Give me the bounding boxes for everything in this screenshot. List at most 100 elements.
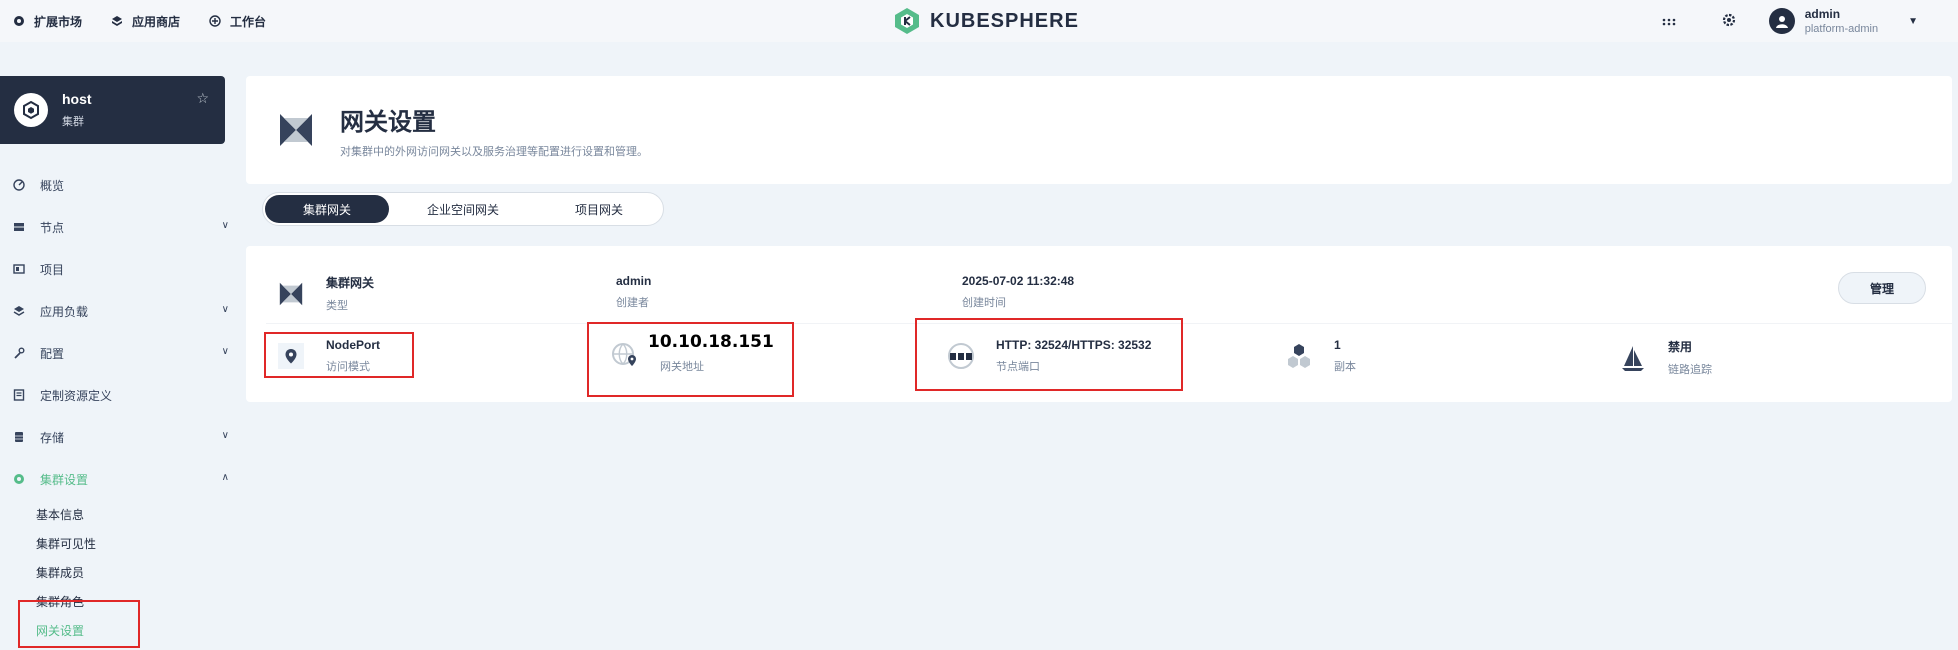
map-pin-icon [276,341,306,371]
tab-workspace-gateway[interactable]: 企业空间网关 [389,195,537,223]
top-link-workbench[interactable]: 工作台 [208,13,266,30]
cluster-selector[interactable]: host 集群 ☆ [0,76,225,144]
gateway-access-mode: NodePort 访问模式 [276,338,380,374]
gateway-replicas: 1 副本 [1284,338,1356,374]
subnav-item-visibility[interactable]: 集群可见性 [36,529,235,558]
created-time-value: 2025-07-02 11:32:48 [962,274,1075,288]
top-links: 扩展市场 应用商店 工作台 [0,13,266,30]
cluster-settings-subnav: 基本信息 集群可见性 集群成员 集群角色 网关设置 [0,500,235,645]
top-right-tools: admin platform-admin ▼ [1649,0,1918,42]
top-link-label: 工作台 [230,14,267,29]
user-menu[interactable]: admin platform-admin ▼ [1768,7,1918,35]
cube-icon [110,14,124,28]
gateway-type-label: 类型 [326,300,348,312]
tab-cluster-gateway[interactable]: 集群网关 [265,195,390,223]
subnav-item-label: 集群可见性 [36,537,97,551]
sidebar-item-label: 定制资源定义 [40,388,113,403]
chevron-down-icon: ∨ [221,304,229,315]
apps-menu-button[interactable] [1649,0,1689,42]
sidebar-item-workloads[interactable]: 应用负载 ∨ [0,290,235,332]
tab-project-gateway[interactable]: 项目网关 [537,195,661,223]
sidebar-item-cluster-settings[interactable]: 集群设置 ∧ [0,458,235,500]
node-ports-value: HTTP: 32524/HTTPS: 32532 [996,338,1152,352]
top-link-label: 扩展市场 [34,14,83,29]
subnav-item-label: 网关设置 [36,624,85,638]
creator-label: 创建者 [616,297,649,309]
sidebar-item-label: 项目 [40,262,65,277]
chevron-down-icon: ∨ [221,430,229,441]
sidebar-nav: 概览 节点 ∨ 项目 应用负载 ∨ 配置 ∨ 定制资源定义 存储 ∨ 集群设置 … [0,164,235,645]
globe-pin-icon [610,341,640,371]
layers-icon [12,304,26,318]
avatar [1768,8,1795,34]
server-icon [12,220,26,234]
cluster-info: host 集群 [62,91,92,129]
chevron-up-icon: ∧ [221,472,229,483]
gateway-type: 集群网关 类型 [276,274,374,313]
hexagon-cluster-icon [1284,341,1314,371]
sidebar-item-nodes[interactable]: 节点 ∨ [0,206,235,248]
access-mode-value: NodePort [326,338,380,352]
wrench-icon [12,346,26,360]
user-info: admin platform-admin [1805,7,1878,35]
sidebar-item-label: 应用负载 [40,304,89,319]
star-icon[interactable]: ☆ [196,90,209,107]
sidebar-item-projects[interactable]: 项目 [0,248,235,290]
chevron-down-icon: ∨ [221,220,229,231]
puzzle-icon [12,14,26,28]
grid-icon [208,14,222,28]
gateway-created-time: 2025-07-02 11:32:48 创建时间 [962,274,1074,310]
chevron-down-icon: ∨ [221,346,229,357]
user-name: admin [1804,7,1841,21]
gateway-tabs: 集群网关 企业空间网关 项目网关 [262,192,665,226]
subnav-item-label: 基本信息 [36,508,85,522]
sidebar-item-config[interactable]: 配置 ∨ [0,332,235,374]
sidebar-item-storage[interactable]: 存储 ∨ [0,416,235,458]
tracing-value: 禁用 [1668,340,1693,354]
sidebar-item-label: 节点 [40,220,65,235]
replicas-value: 1 [1334,338,1341,352]
project-icon [12,262,26,276]
cluster-icon [14,93,48,127]
manage-button[interactable]: 管理 [1838,272,1926,304]
kubesphere-logo-icon [895,8,919,34]
settings-icon [12,472,26,486]
network-icon [946,341,976,371]
page-header: 网关设置 对集群中的外网访问网关以及服务治理等配置进行设置和管理。 [246,76,1952,184]
brand-logo[interactable]: KUBESPHERE [892,6,1079,36]
settings-button[interactable] [1709,0,1749,42]
dashboard-icon [12,178,26,192]
sidebar-item-crd[interactable]: 定制资源定义 [0,374,235,416]
cluster-name: host [62,91,92,107]
address-label: 网关地址 [660,361,704,373]
gateway-icon [280,114,312,146]
page-title: 网关设置 [340,108,436,136]
subnav-item-members[interactable]: 集群成员 [36,558,235,587]
top-link-extensions[interactable]: 扩展市场 [12,13,82,30]
replicas-label: 副本 [1334,361,1356,373]
gateway-address-value: 10.10.18.151 [648,332,774,352]
subnav-item-roles[interactable]: 集群角色 [36,587,235,616]
gateway-card: 集群网关 类型 admin 创建者 2025-07-02 11:32:48 创建… [246,246,1952,402]
user-icon [1775,16,1788,28]
header-text: 网关设置 对集群中的外网访问网关以及服务治理等配置进行设置和管理。 [340,102,648,159]
subnav-item-label: 集群角色 [36,595,85,609]
creator-value: admin [616,274,652,288]
gear-icon [1722,13,1736,30]
subnav-item-gateway-settings[interactable]: 网关设置 [36,616,235,645]
gateway-tracing: 禁用 链路追踪 [1618,338,1712,377]
page-description: 对集群中的外网访问网关以及服务治理等配置进行设置和管理。 [340,145,648,158]
top-link-app-store[interactable]: 应用商店 [110,13,180,30]
sidebar-item-label: 概览 [40,178,65,193]
gateway-icon [276,279,306,309]
node-ports-label: 节点端口 [996,361,1040,373]
caret-down-icon: ▼ [1908,15,1918,27]
sidebar-item-overview[interactable]: 概览 [0,164,235,206]
sidebar-item-label: 集群设置 [40,472,89,487]
subnav-item-label: 集群成员 [36,566,85,580]
top-bar: 扩展市场 应用商店 工作台 KUBESPHERE admin platform-… [0,0,1958,42]
divider [266,323,1952,324]
document-icon [12,388,26,402]
subnav-item-basic-info[interactable]: 基本信息 [36,500,235,529]
created-time-label: 创建时间 [962,297,1006,309]
